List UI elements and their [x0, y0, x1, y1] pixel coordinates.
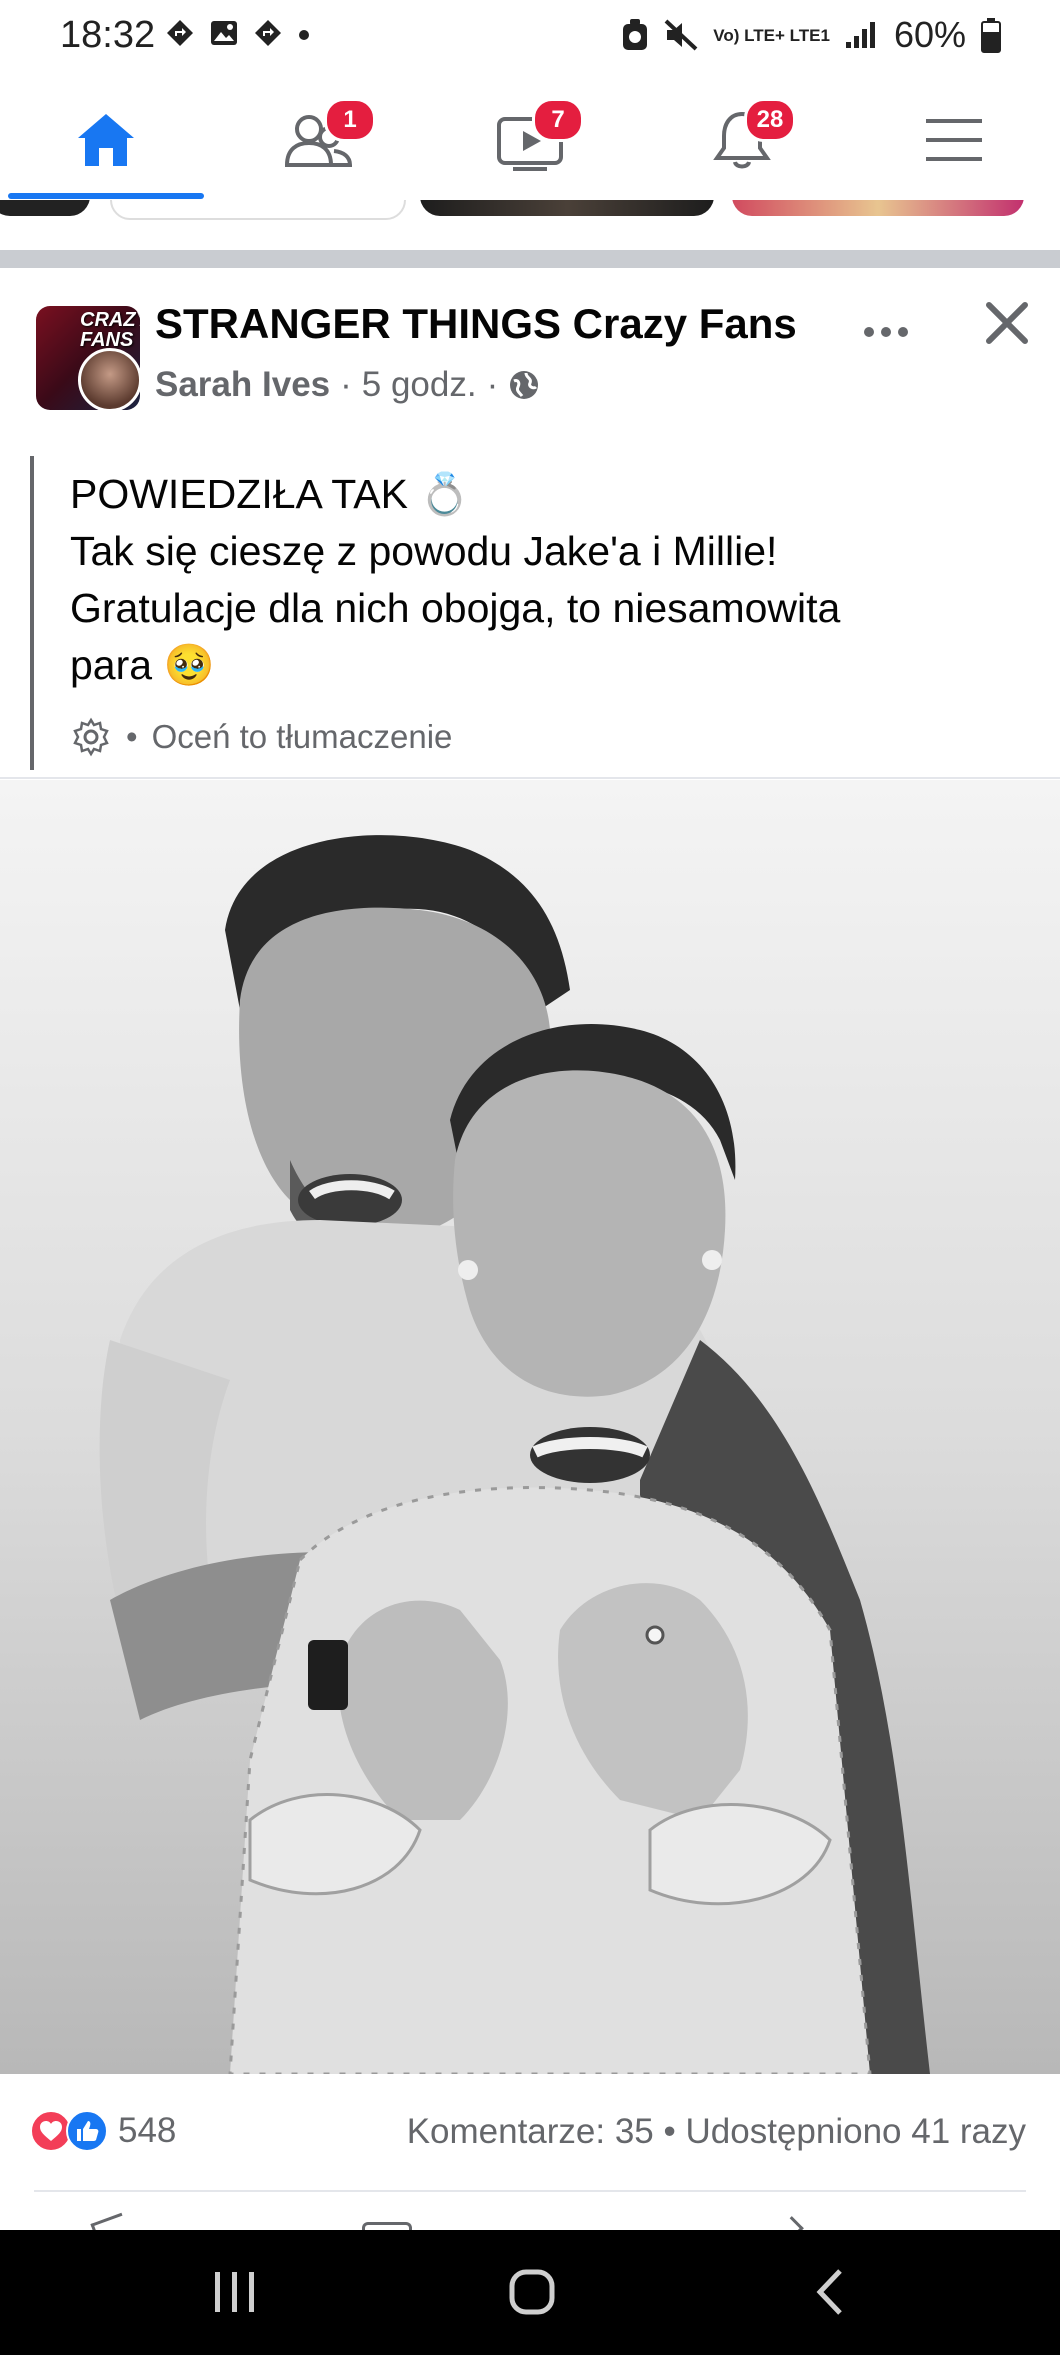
watch-badge: 7 — [532, 98, 584, 142]
page-avatar[interactable]: CRAZY FANS — [36, 306, 140, 410]
status-left-icons — [165, 18, 311, 48]
home-nav-icon[interactable] — [508, 2268, 556, 2316]
back-icon[interactable] — [814, 2268, 844, 2316]
recent-apps-icon[interactable] — [212, 2270, 258, 2314]
story-card[interactable] — [420, 200, 714, 216]
top-nav: 1 7 28 — [0, 80, 1060, 200]
system-nav-bar — [0, 2230, 1060, 2355]
dot-icon — [299, 30, 309, 40]
network-label: Vo) LTE+ LTE1 — [713, 25, 830, 45]
more-options-button[interactable] — [862, 300, 910, 350]
separator — [34, 2190, 1026, 2192]
menu-icon — [926, 119, 982, 161]
post-line: Gratulacje dla nich obojga, to niesamowi… — [70, 585, 841, 631]
like-reaction-icon — [66, 2110, 108, 2152]
reaction-icons — [30, 2110, 108, 2152]
status-right: Vo) LTE+ LTE1 60% — [621, 14, 1002, 56]
separator — [0, 777, 1060, 779]
notifications-badge: 28 — [744, 98, 796, 142]
story-card[interactable] — [732, 200, 1024, 216]
mute-icon — [664, 19, 698, 51]
home-icon — [78, 114, 134, 166]
reaction-count[interactable]: 548 — [118, 2111, 176, 2151]
story-card[interactable] — [0, 200, 90, 216]
tab-watch[interactable]: 7 — [424, 80, 636, 200]
dot-separator: • — [663, 2112, 686, 2151]
engagement-counts: Komentarze: 35 • Udostępniono 41 razy — [407, 2112, 1026, 2152]
comments-count[interactable]: Komentarze: 35 — [407, 2112, 654, 2151]
post-line: Tak się cieszę z powodu Jake'a i Millie! — [70, 528, 778, 574]
dot-separator: • — [126, 718, 138, 755]
meta-separator: · — [340, 365, 352, 404]
alarm-icon — [623, 19, 648, 50]
post-text: POWIEDZIŁA TAK 💍 Tak się cieszę z powodu… — [70, 466, 1010, 694]
navigation-icon — [255, 20, 281, 46]
more-icon — [864, 327, 908, 337]
navigation-icon — [167, 20, 193, 46]
status-time: 18:32 — [60, 14, 156, 56]
avatar-label: CRAZY FANS — [80, 309, 140, 351]
friends-badge: 1 — [324, 98, 376, 142]
close-button[interactable] — [984, 300, 1030, 346]
signal-icon — [845, 22, 875, 48]
post-meta: Sarah Ives · 5 godz. · — [155, 365, 540, 405]
image-icon — [211, 21, 237, 45]
photo-illustration — [0, 780, 1060, 2074]
globe-icon — [510, 371, 539, 399]
post-line: POWIEDZIŁA TAK 💍 — [70, 471, 471, 517]
close-icon — [986, 302, 1028, 344]
tab-notifications[interactable]: 28 — [636, 80, 848, 200]
reactions-summary[interactable]: 548 — [30, 2110, 176, 2152]
status-bar: 18:32 Vo) LTE+ LTE1 60% — [0, 0, 1060, 80]
battery-percent: 60% — [893, 14, 966, 55]
tab-home[interactable] — [0, 80, 212, 200]
translate-label[interactable]: Oceń to tłumaczenie — [152, 718, 453, 756]
meta-separator: · — [486, 365, 499, 404]
post-photo[interactable] — [0, 780, 1060, 2074]
author-name[interactable]: Sarah Ives — [155, 365, 330, 405]
post-text-block: POWIEDZIŁA TAK 💍 Tak się cieszę z powodu… — [30, 456, 1034, 770]
stories-strip[interactable] — [0, 200, 1060, 222]
author-avatar[interactable] — [78, 348, 140, 410]
battery-icon — [981, 18, 1001, 53]
story-card[interactable] — [110, 200, 406, 220]
tab-friends[interactable]: 1 — [212, 80, 424, 200]
post-line: para 🥹 — [70, 642, 215, 688]
shares-count[interactable]: Udostępniono 41 razy — [686, 2112, 1027, 2151]
active-tab-indicator — [8, 193, 204, 199]
page-name[interactable]: STRANGER THINGS Crazy Fans — [155, 300, 797, 348]
tab-menu[interactable] — [848, 80, 1060, 200]
feed-divider — [0, 250, 1060, 268]
gear-icon — [73, 717, 109, 757]
rate-translation[interactable]: • Oceń to tłumaczenie — [70, 716, 452, 758]
post-time[interactable]: 5 godz. — [362, 365, 477, 405]
